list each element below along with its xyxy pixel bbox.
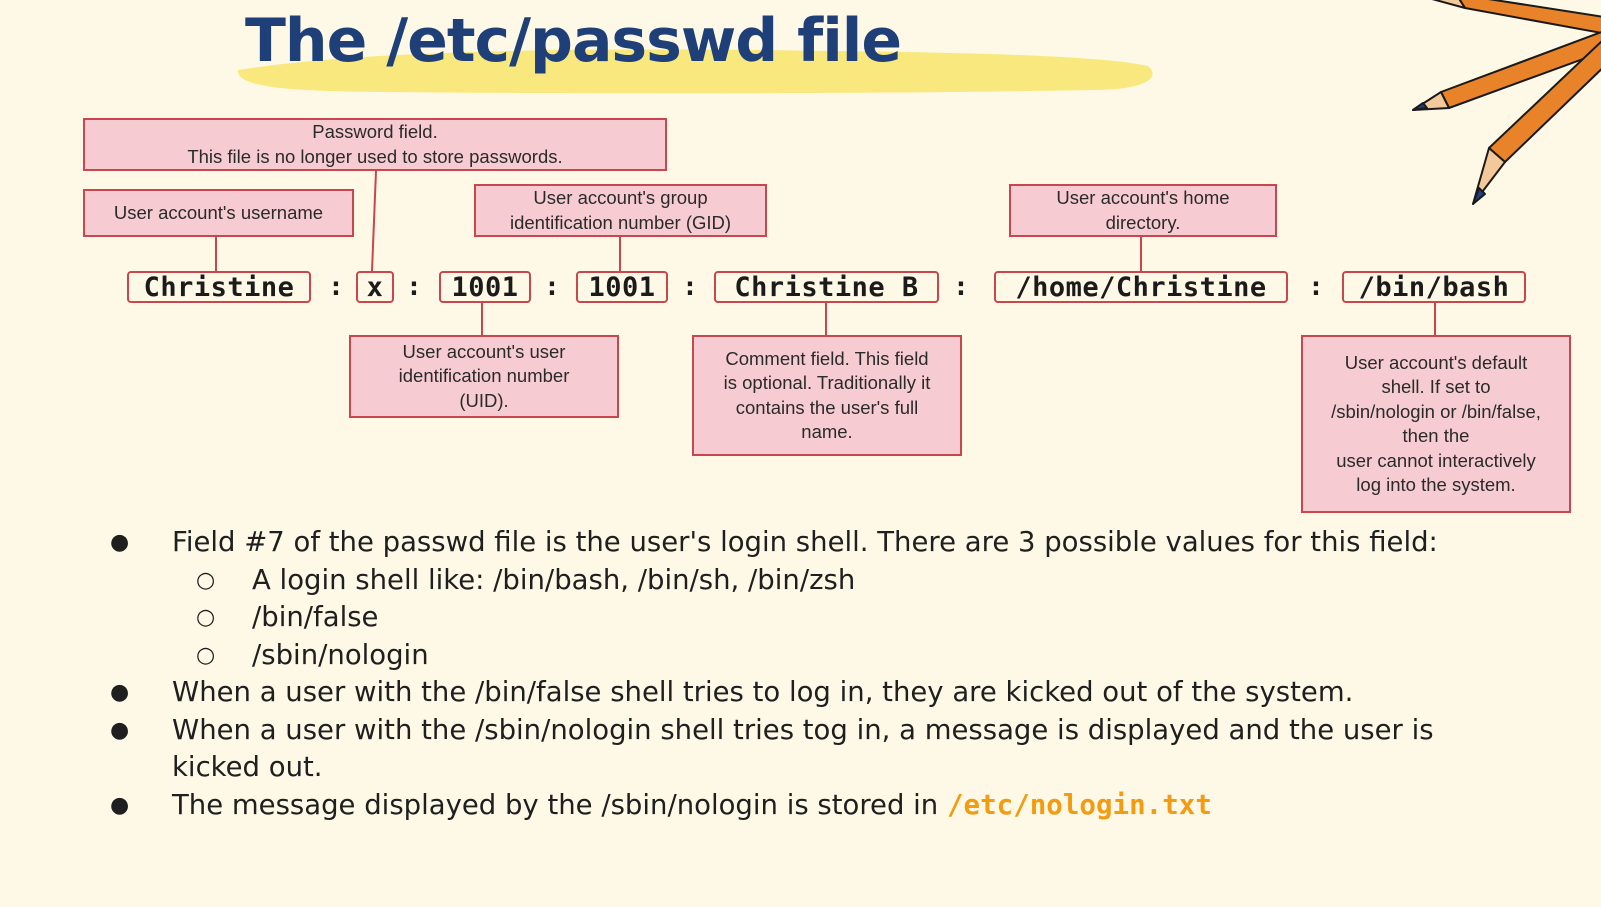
field-separator: :	[544, 272, 560, 302]
sub-list-item: /sbin/nologin	[172, 637, 1510, 675]
shell-field: /bin/bash	[1342, 271, 1526, 303]
list-item: The message displayed by the /sbin/nolog…	[110, 787, 1510, 825]
field-separator: :	[953, 272, 969, 302]
uid-callout: User account's user identification numbe…	[349, 335, 619, 418]
list-item: Field #7 of the passwd file is the user'…	[110, 524, 1510, 674]
bullet-text: Field #7 of the passwd file is the user'…	[172, 526, 1438, 558]
list-item: When a user with the /bin/false shell tr…	[110, 674, 1510, 712]
username-callout: User account's username	[83, 189, 354, 237]
sub-list: A login shell like: /bin/bash, /bin/sh, …	[172, 562, 1510, 675]
field-separator: :	[406, 272, 422, 302]
sub-list-item: A login shell like: /bin/bash, /bin/sh, …	[172, 562, 1510, 600]
username-field: Christine	[127, 271, 311, 303]
field-separator: :	[1308, 272, 1324, 302]
gid-callout: User account's group identification numb…	[474, 184, 767, 237]
uid-field: 1001	[439, 271, 531, 303]
field-separator: :	[328, 272, 344, 302]
nologin-path: /etc/nologin.txt	[946, 788, 1212, 821]
sub-list-item: /bin/false	[172, 599, 1510, 637]
default-shell-callout: User account's default shell. If set to …	[1301, 335, 1571, 513]
field-separator: :	[682, 272, 698, 302]
bullet-list: Field #7 of the passwd file is the user'…	[110, 524, 1510, 824]
home-field: /home/Christine	[994, 271, 1288, 303]
password-field-callout: Password field. This file is no longer u…	[83, 118, 667, 171]
comment-field-callout: Comment field. This field is optional. T…	[692, 335, 962, 456]
bullet-text: The message displayed by the /sbin/nolog…	[172, 788, 947, 821]
list-item: When a user with the /sbin/nologin shell…	[110, 712, 1510, 787]
home-directory-callout: User account's home directory.	[1009, 184, 1277, 237]
gid-field: 1001	[576, 271, 668, 303]
password-field: x	[356, 271, 394, 303]
comment-field: Christine B	[714, 271, 939, 303]
